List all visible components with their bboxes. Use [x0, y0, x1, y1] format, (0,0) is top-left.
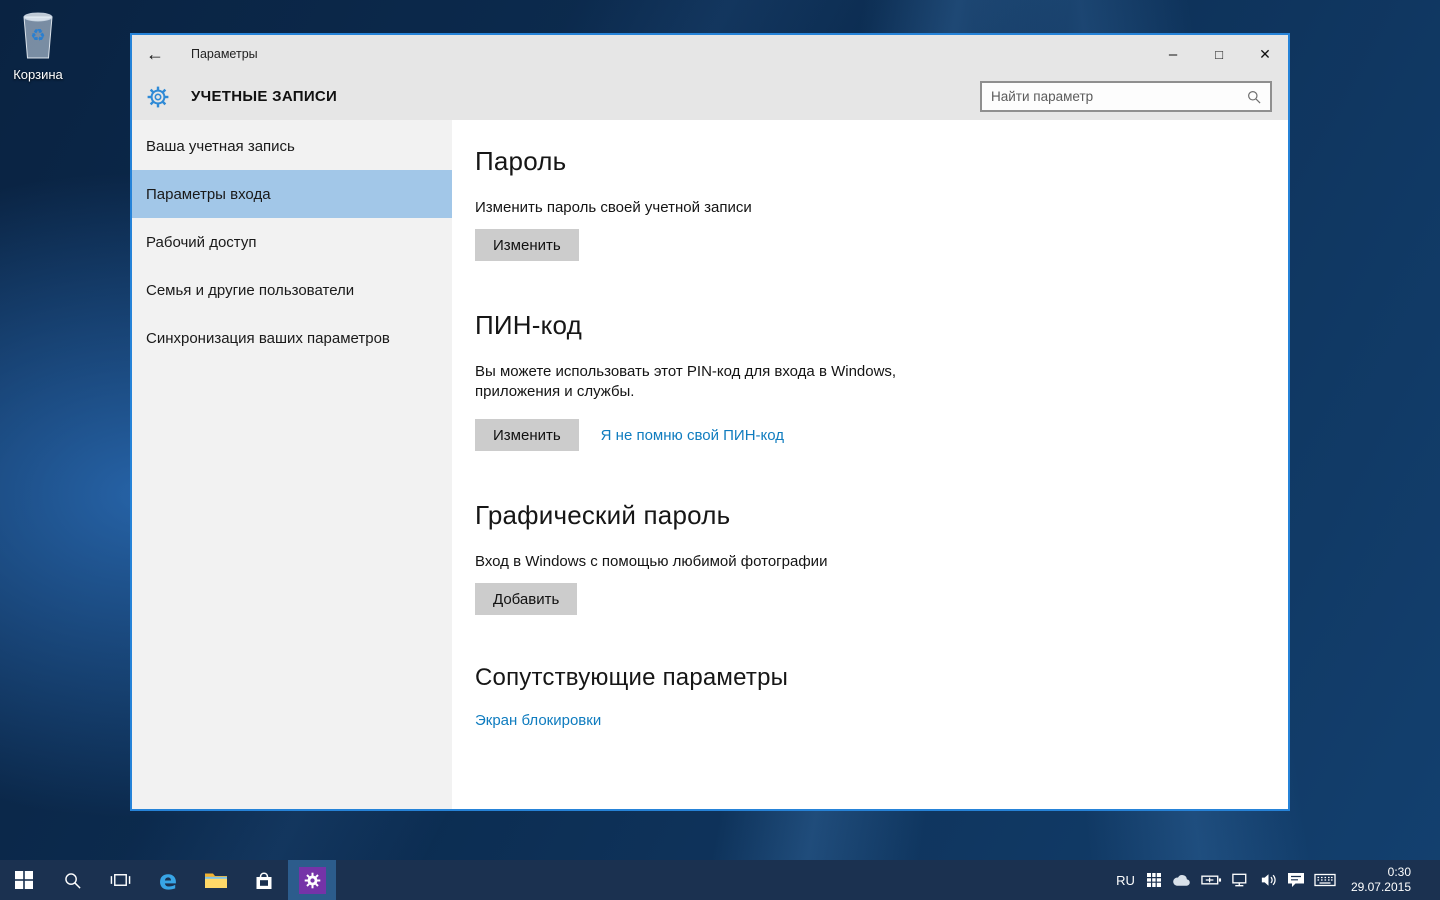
- power-battery-icon[interactable]: [1201, 873, 1222, 887]
- recycle-bin-icon: ♻: [15, 8, 61, 60]
- task-view-button[interactable]: [96, 860, 144, 900]
- folder-icon: [204, 871, 228, 890]
- language-indicator[interactable]: RU: [1116, 873, 1135, 888]
- network-icon[interactable]: [1231, 872, 1250, 888]
- action-center-icon[interactable]: [1287, 872, 1305, 888]
- recycle-symbol-icon: ♻: [30, 26, 45, 45]
- change-pin-button[interactable]: Изменить: [475, 419, 579, 451]
- task-view-icon: [110, 871, 131, 889]
- recycle-bin-desktop-icon[interactable]: ♻ Корзина: [10, 8, 66, 82]
- settings-app-button[interactable]: [288, 860, 336, 900]
- search-icon[interactable]: [1246, 89, 1262, 105]
- tray-grid-icon[interactable]: [1146, 872, 1162, 888]
- sidebar-item-your-account[interactable]: Ваша учетная запись: [132, 122, 452, 170]
- search-input[interactable]: [982, 89, 1246, 104]
- settings-gear-icon: [146, 85, 170, 109]
- volume-icon[interactable]: [1259, 872, 1278, 888]
- sidebar-item-signin-options[interactable]: Параметры входа: [132, 170, 452, 218]
- maximize-icon[interactable]: □: [1196, 35, 1242, 73]
- edge-browser-button[interactable]: e: [144, 860, 192, 900]
- change-password-button[interactable]: Изменить: [475, 229, 579, 261]
- close-icon[interactable]: ✕: [1242, 35, 1288, 73]
- app-header: УЧЕТНЫЕ ЗАПИСИ: [132, 73, 1288, 120]
- desktop-wallpaper: ♻ Корзина ← Параметры – □ ✕: [0, 0, 1440, 900]
- sidebar: Ваша учетная запись Параметры входа Рабо…: [132, 120, 452, 809]
- system-tray: RU: [1116, 860, 1440, 900]
- minimize-icon[interactable]: –: [1150, 35, 1196, 73]
- clock[interactable]: 0:30 29.07.2015: [1351, 865, 1411, 895]
- pin-section-heading: ПИН-код: [475, 310, 1248, 341]
- edge-icon: e: [159, 867, 177, 894]
- related-settings-heading: Сопутствующие параметры: [475, 664, 1248, 692]
- touch-keyboard-icon[interactable]: [1314, 873, 1336, 887]
- forgot-pin-link[interactable]: Я не помню свой ПИН-код: [601, 427, 784, 444]
- main-content: Пароль Изменить пароль своей учетной зап…: [452, 120, 1288, 809]
- picture-password-description: Вход в Windows с помощью любимой фотогра…: [475, 552, 1248, 572]
- settings-tile: [299, 867, 326, 894]
- window-body: Ваша учетная запись Параметры входа Рабо…: [132, 120, 1288, 809]
- sidebar-item-family-other-users[interactable]: Семья и другие пользователи: [132, 266, 452, 314]
- store-button[interactable]: [240, 860, 288, 900]
- recycle-bin-label: Корзина: [10, 67, 66, 82]
- page-title: УЧЕТНЫЕ ЗАПИСИ: [191, 88, 337, 105]
- picture-password-section-heading: Графический пароль: [475, 500, 1248, 531]
- sidebar-item-sync-settings[interactable]: Синхронизация ваших параметров: [132, 314, 452, 362]
- window-titlebar[interactable]: ← Параметры – □ ✕: [132, 35, 1288, 73]
- search-icon: [63, 871, 82, 890]
- clock-date: 29.07.2015: [1351, 880, 1411, 895]
- password-description: Изменить пароль своей учетной записи: [475, 198, 1248, 218]
- pin-description-line1: Вы можете использовать этот PIN-код для …: [475, 362, 1248, 382]
- start-button[interactable]: [0, 860, 48, 900]
- pin-description-line2: приложения и службы.: [475, 382, 1248, 402]
- search-box: [980, 81, 1272, 112]
- sidebar-item-work-access[interactable]: Рабочий доступ: [132, 218, 452, 266]
- settings-window: ← Параметры – □ ✕: [130, 33, 1290, 811]
- taskbar-search-button[interactable]: [48, 860, 96, 900]
- onedrive-cloud-icon[interactable]: [1171, 873, 1192, 887]
- windows-logo-icon: [15, 871, 33, 889]
- add-picture-password-button[interactable]: Добавить: [475, 583, 577, 615]
- window-controls: – □ ✕: [1150, 35, 1288, 73]
- taskbar: e: [0, 860, 1440, 900]
- password-section-heading: Пароль: [475, 146, 1248, 177]
- clock-time: 0:30: [1351, 865, 1411, 880]
- lock-screen-link[interactable]: Экран блокировки: [475, 712, 601, 729]
- store-bag-icon: [254, 870, 274, 891]
- pin-actions-row: Изменить Я не помню свой ПИН-код: [475, 419, 1248, 451]
- back-arrow-icon[interactable]: ←: [132, 44, 178, 65]
- window-title: Параметры: [191, 47, 258, 61]
- file-explorer-button[interactable]: [192, 860, 240, 900]
- settings-gear-icon: [304, 872, 321, 889]
